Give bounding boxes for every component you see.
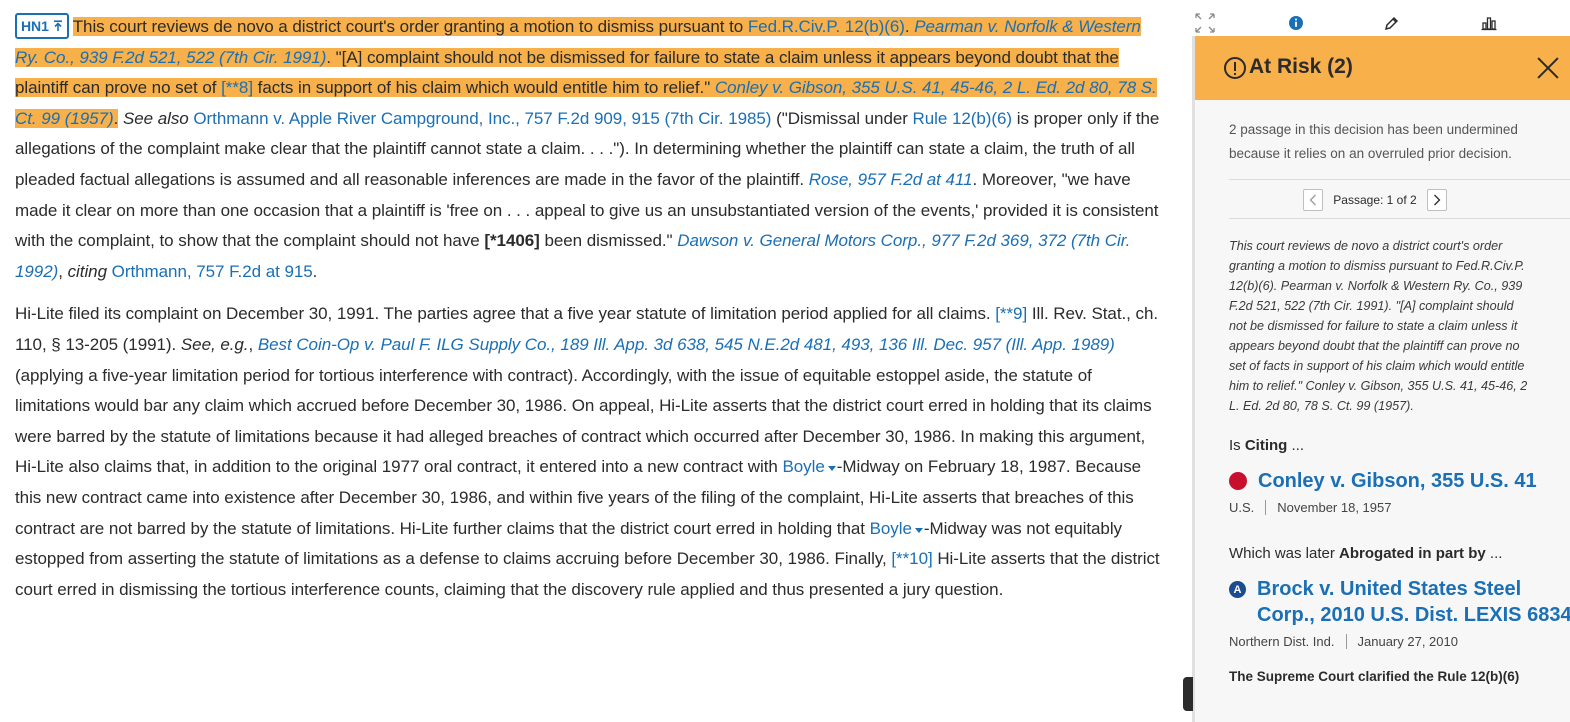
abrogating-case-link[interactable]: Brock v. United States Steel Corp., 2010…	[1257, 576, 1570, 628]
cited-case-row: Conley v. Gibson, 355 U.S. 41	[1229, 468, 1570, 494]
page-marker-9[interactable]: [**9]	[995, 304, 1027, 323]
entity-link-boyle-1[interactable]: Boyle	[782, 457, 836, 476]
citation-orthmann[interactable]: Orthmann v. Apple River Campground, Inc.…	[193, 109, 771, 128]
citation-best-coin-op[interactable]: Best Coin-Op v. Paul F. ILG Supply Co., …	[258, 335, 1115, 354]
paragraph-2: Hi-Lite filed its complaint on December …	[15, 304, 1160, 599]
divider	[1229, 218, 1570, 219]
panel-handle[interactable]	[1183, 677, 1193, 711]
panel-header: At Risk (2)	[1195, 36, 1570, 100]
next-passage-button[interactable]	[1426, 189, 1447, 211]
red-flag-icon	[1229, 472, 1247, 490]
prev-passage-button[interactable]	[1303, 189, 1324, 211]
panel-body: 2 passage in this decision has been unde…	[1229, 118, 1570, 684]
abrogated-badge-icon: A	[1229, 581, 1246, 598]
page-marker-10[interactable]: [**10]	[891, 549, 932, 568]
headnote-hn1-button[interactable]: HN1	[15, 13, 69, 39]
citation-rule-12b6[interactable]: Rule 12(b)(6)	[913, 109, 1013, 128]
pencil-icon[interactable]	[1381, 12, 1403, 34]
panel-title: At Risk (2)	[1249, 55, 1353, 78]
divider	[1229, 179, 1570, 180]
caret-down-icon	[914, 527, 923, 533]
close-icon[interactable]	[1536, 56, 1560, 80]
chart-icon[interactable]	[1478, 12, 1500, 34]
caret-down-icon	[827, 466, 836, 472]
abrogating-case-row: A Brock v. United States Steel Corp., 20…	[1229, 576, 1570, 628]
page-marker-1406: [*1406]	[484, 231, 540, 251]
passage-counter: Passage: 1 of 2	[1333, 193, 1417, 207]
entity-link-boyle-2[interactable]: Boyle	[870, 519, 924, 538]
treatment-note: The Supreme Court clarified the Rule 12(…	[1229, 669, 1520, 684]
opinion-text: HN1 This court reviews de novo a distric…	[15, 12, 1163, 605]
alert-icon	[1224, 57, 1246, 79]
citation-fed-r-civ-p[interactable]: Fed.R.Civ.P. 12(b)(6)	[748, 17, 905, 36]
cited-case-link[interactable]: Conley v. Gibson, 355 U.S. 41	[1258, 468, 1537, 494]
panel-toolbar	[1188, 8, 1570, 36]
later-label: Which was later Abrogated in part by ...	[1229, 545, 1503, 562]
chevron-right-icon	[1433, 194, 1441, 206]
at-risk-panel: At Risk (2) 2 passage in this decision h…	[1192, 36, 1570, 722]
info-icon[interactable]	[1285, 12, 1307, 34]
citation-orthmann-short[interactable]: Orthmann, 757 F.2d at 915	[112, 262, 313, 281]
arrow-up-icon	[53, 20, 62, 31]
page-marker-8[interactable]: [**8]	[221, 78, 253, 97]
expand-icon[interactable]	[1194, 12, 1216, 34]
risk-description: 2 passage in this decision has been unde…	[1229, 122, 1518, 161]
citation-rose[interactable]: Rose, 957 F.2d at 411	[809, 170, 973, 189]
abrogating-case-meta: Northern Dist. Ind. January 27, 2010	[1229, 634, 1458, 649]
cited-case-meta: U.S. November 18, 1957	[1229, 500, 1392, 515]
passage-text: This court reviews de novo a district co…	[1229, 239, 1528, 413]
citing-label: Is Citing ...	[1229, 437, 1305, 454]
passage-pager: Passage: 1 of 2	[1229, 189, 1521, 211]
chevron-left-icon	[1309, 194, 1317, 206]
paragraph-1: HN1 This court reviews de novo a distric…	[15, 12, 1163, 287]
